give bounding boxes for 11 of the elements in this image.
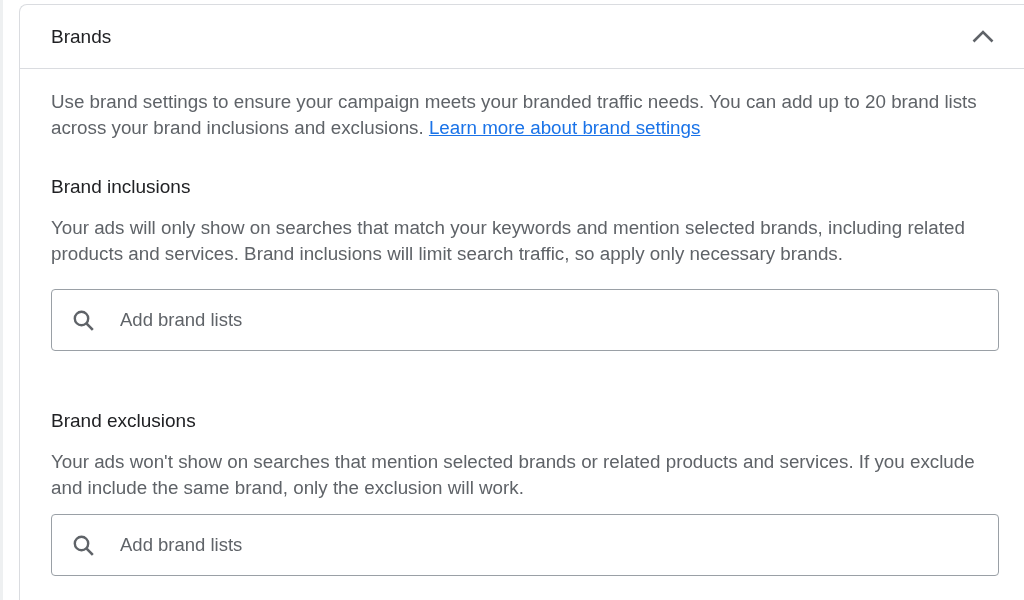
panel-title: Brands: [51, 24, 112, 49]
learn-more-link[interactable]: Learn more about brand settings: [428, 117, 701, 138]
search-icon: [73, 535, 94, 556]
section-description: Your ads won't show on searches that mention selected brands or related products and services. If you exclude and include the same brand, only the exclusion will work.: [51, 450, 976, 500]
search-field[interactable]: Add brand lists: [51, 289, 999, 351]
search-icon: [73, 310, 94, 331]
section-heading: Brand inclusions: [51, 175, 192, 199]
intro-text: Use brand settings to ensure your campaign meets your branded traffic needs. You can add up to 20 brand lists across your brand inclusions and exclusions. Learn more about brand settings: [51, 90, 978, 140]
section-heading: Brand exclusions: [51, 409, 197, 433]
search-field[interactable]: Add brand lists: [51, 514, 999, 576]
section-description: Your ads will only show on searches that match your keywords and mention selected brands, including related products and services. Brand inclusions will limit search traffic, so apply only necessary brands.: [51, 216, 966, 266]
